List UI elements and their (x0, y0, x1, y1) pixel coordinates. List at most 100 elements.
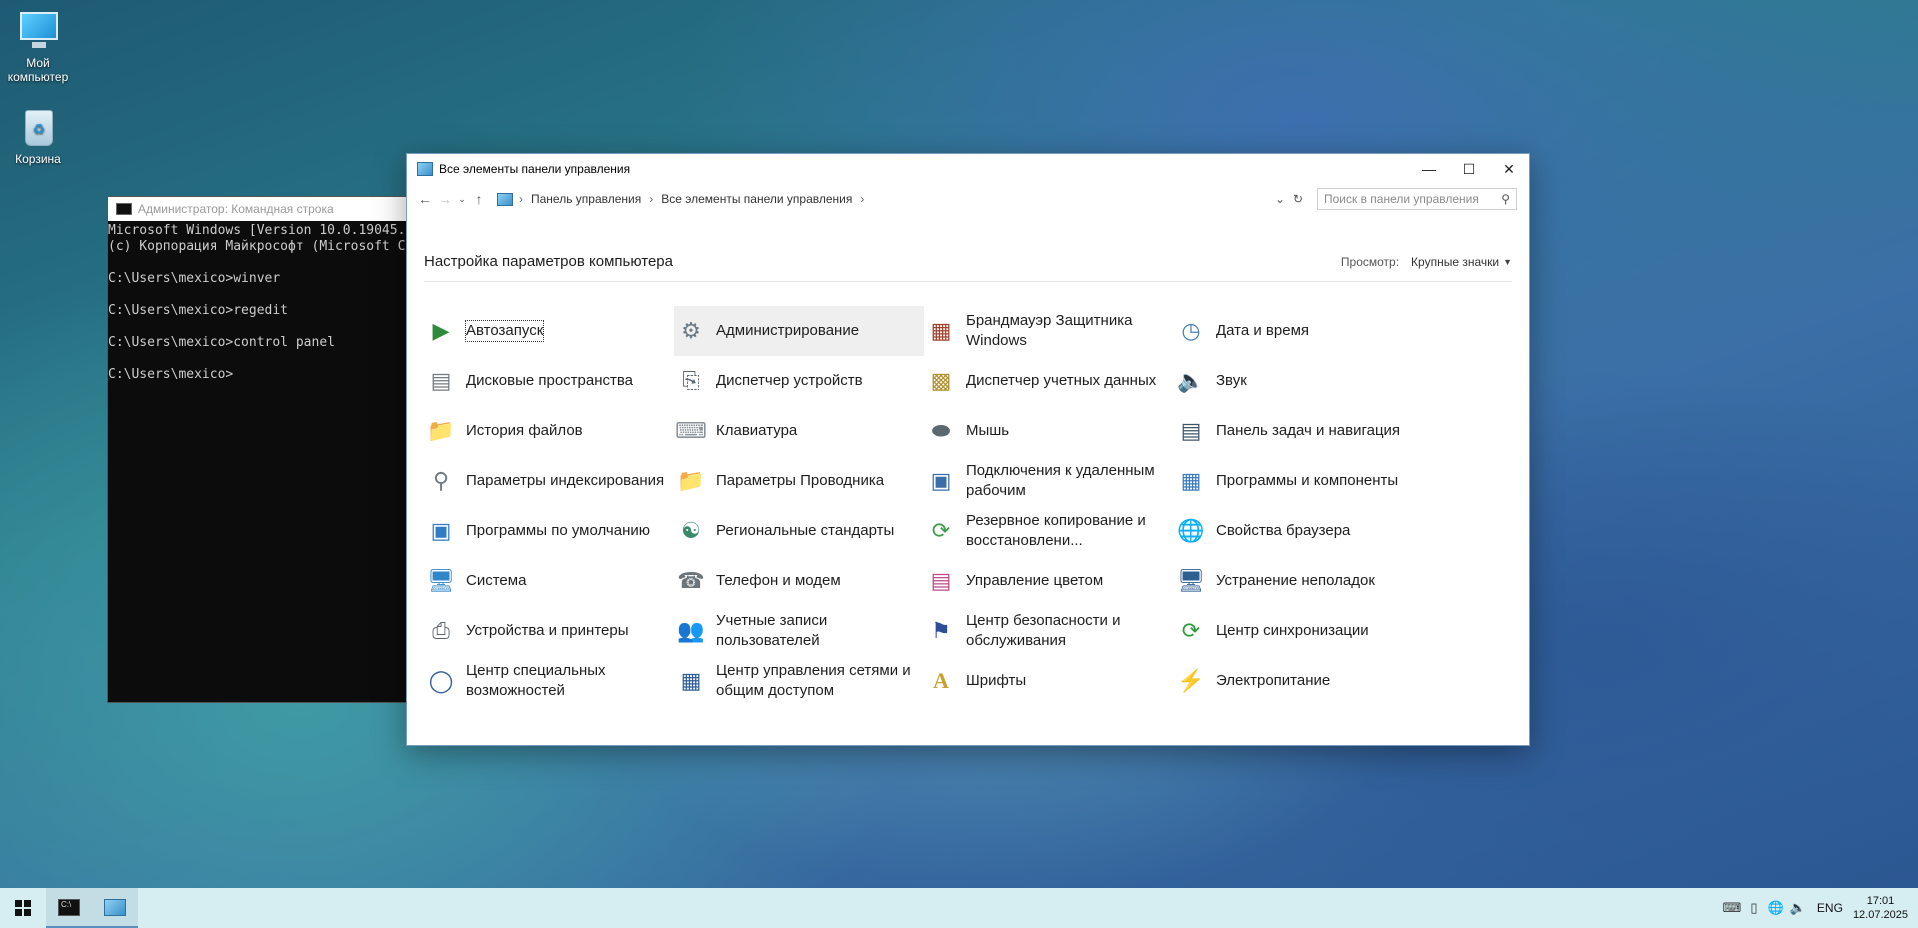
desktop-icon-label: Корзина (15, 152, 61, 166)
cp-item-fonts[interactable]: A Шрифты (924, 656, 1174, 706)
taskbar-cmd[interactable]: C:\ (46, 888, 92, 928)
search-input[interactable]: Поиск в панели управления ⚲ (1317, 188, 1517, 210)
forward-button[interactable]: → (435, 191, 455, 207)
clock[interactable]: 17:01 12.07.2025 (1853, 894, 1908, 922)
recycle-bin-icon: ♻ (16, 104, 60, 148)
cp-item-keyboard[interactable]: ⌨ Клавиатура (674, 406, 924, 456)
start-button[interactable] (0, 888, 46, 928)
cp-item-storage-spaces[interactable]: ▤ Дисковые пространства (424, 356, 674, 406)
cmd-titlebar[interactable]: Администратор: Командная строка (108, 197, 416, 221)
keyboard-tray-icon[interactable]: ⌨ (1721, 900, 1743, 916)
cp-item-firewall[interactable]: ▦ Брандмауэр Защитника Windows (924, 306, 1174, 356)
clock-date: 12.07.2025 (1852, 909, 1908, 921)
cp-item-troubleshooting[interactable]: 🖥 Устранение неполадок (1174, 556, 1424, 606)
cp-item-default-programs[interactable]: ▣ Программы по умолчанию (424, 506, 674, 556)
breadcrumb-item[interactable]: Панель управления (531, 192, 641, 206)
view-dropdown[interactable]: Крупные значки (1411, 255, 1499, 269)
control-panel-icon (417, 162, 433, 176)
language-indicator[interactable]: ENG (1817, 901, 1843, 915)
administrative-tools-icon: ⚙ (681, 318, 701, 343)
control-panel-icon (104, 898, 126, 916)
file-history-icon: 📁 (427, 418, 455, 443)
region-icon: ☯ (681, 518, 701, 543)
cp-item-mouse[interactable]: ⬬ Мышь (924, 406, 1174, 456)
usb-icon[interactable]: ▯ (1743, 900, 1765, 916)
cmd-icon: C:\ (58, 898, 80, 916)
cp-item-internet-options[interactable]: 🌐 Свойства браузера (1174, 506, 1424, 556)
cmd-output[interactable]: Microsoft Windows [Version 10.0.19045. (… (108, 221, 416, 383)
back-button[interactable]: ← (415, 191, 435, 207)
address-bar: ← → ⌄ ↑ › Панель управления › Все элемен… (407, 184, 1529, 214)
cp-titlebar[interactable]: Все элементы панели управления — ☐ ✕ (407, 154, 1529, 184)
firewall-icon: ▦ (930, 318, 952, 343)
cp-item-date-time[interactable]: ◷ Дата и время (1174, 306, 1424, 356)
cp-item-devices-printers[interactable]: ⎙ Устройства и принтеры (424, 606, 674, 656)
address-dropdown-icon[interactable]: ⌄ (1271, 192, 1289, 206)
cmd-title: Администратор: Командная строка (138, 202, 334, 216)
cp-item-credential-manager[interactable]: ▩ Диспетчер учетных данных (924, 356, 1174, 406)
breadcrumb-item[interactable]: Все элементы панели управления (661, 192, 852, 206)
cp-item-folder-options[interactable]: 📁 Параметры Проводника (674, 456, 924, 506)
desktop-icon-label: Мой компьютер (7, 56, 69, 84)
color-management-icon: ▤ (930, 568, 952, 593)
ease-of-access-icon: ◯ (428, 668, 454, 693)
cp-item-sync-center[interactable]: ⟳ Центр синхронизации (1174, 606, 1424, 656)
close-button[interactable]: ✕ (1489, 154, 1529, 184)
up-button[interactable]: ↑ (469, 191, 489, 207)
cmd-app-icon (116, 203, 132, 215)
computer-icon (16, 8, 60, 52)
recent-locations-dropdown[interactable]: ⌄ (455, 194, 469, 205)
volume-icon[interactable]: 🔈 (1787, 900, 1809, 916)
cp-item-autoplay[interactable]: ▶ Автозапуск (424, 306, 674, 356)
user-accounts-icon: 👥 (677, 618, 705, 643)
cp-item-user-accounts[interactable]: 👥 Учетные записи пользователей (674, 606, 924, 656)
cmd-window[interactable]: Администратор: Командная строка Microsof… (107, 196, 417, 703)
cp-item-ease-of-access[interactable]: ◯ Центр специальных возможностей (424, 656, 674, 706)
page-title: Настройка параметров компьютера (424, 253, 673, 270)
control-panel-items: ▶ Автозапуск ⚙ Администрирование ▦ Брандмау… (424, 306, 1424, 706)
cp-item-programs-features[interactable]: ▦ Программы и компоненты (1174, 456, 1424, 506)
maximize-button[interactable]: ☐ (1449, 154, 1489, 184)
internet-options-icon: 🌐 (1177, 518, 1205, 543)
cp-item-power-options[interactable]: ⚡ Электропитание (1174, 656, 1424, 706)
refresh-icon[interactable]: ↻ (1289, 192, 1307, 206)
folder-options-icon: 📁 (677, 468, 705, 493)
breadcrumb[interactable]: › Панель управления › Все элементы панел… (497, 192, 872, 206)
search-icon: ⚲ (1501, 192, 1510, 206)
keyboard-icon: ⌨ (675, 418, 707, 443)
minimize-button[interactable]: — (1409, 154, 1449, 184)
cp-item-taskbar[interactable]: ▤ Панель задач и навигация (1174, 406, 1424, 456)
devices-printers-icon: ⎙ (432, 618, 450, 643)
cp-item-system[interactable]: 🖥 Система (424, 556, 674, 606)
view-selector: Просмотр: Крупные значки ▼ (1341, 255, 1512, 269)
security-maintenance-icon: ⚑ (931, 618, 951, 643)
cp-item-sound[interactable]: 🔈 Звук (1174, 356, 1424, 406)
date-time-icon: ◷ (1181, 318, 1201, 343)
backup-icon: ⟳ (931, 518, 951, 543)
network-icon[interactable]: 🌐 (1765, 900, 1787, 916)
cp-item-region[interactable]: ☯ Региональные стандарты (674, 506, 924, 556)
desktop-icon-my-computer[interactable]: Мой компьютер (0, 8, 76, 84)
desktop-icon-recycle-bin[interactable]: ♻ Корзина (0, 104, 76, 166)
cp-item-device-manager[interactable]: ⎘ Диспетчер устройств (674, 356, 924, 406)
phone-modem-icon: ☎ (677, 568, 705, 593)
cp-item-backup[interactable]: ⟳ Резервное копирование и восстановлени..… (924, 506, 1174, 556)
taskbar-control-panel[interactable] (92, 888, 138, 928)
cp-item-administrative-tools[interactable]: ⚙ Администрирование (674, 306, 924, 356)
device-manager-icon: ⎘ (682, 368, 700, 393)
cp-item-indexing[interactable]: ⚲ Параметры индексирования (424, 456, 674, 506)
cp-item-file-history[interactable]: 📁 История файлов (424, 406, 674, 456)
credential-manager-icon: ▩ (930, 368, 952, 393)
cp-item-color-management[interactable]: ▤ Управление цветом (924, 556, 1174, 606)
cp-item-remote-desktop[interactable]: ▣ Подключения к удаленным рабочим (924, 456, 1174, 506)
cp-item-security-maintenance[interactable]: ⚑ Центр безопасности и обслуживания (924, 606, 1174, 656)
default-programs-icon: ▣ (430, 518, 452, 543)
autoplay-icon: ▶ (432, 318, 450, 343)
cp-item-phone-modem[interactable]: ☎ Телефон и модем (674, 556, 924, 606)
storage-spaces-icon: ▤ (430, 368, 452, 393)
chevron-down-icon[interactable]: ▼ (1503, 257, 1512, 267)
windows-logo-icon (15, 900, 31, 916)
control-panel-window[interactable]: Все элементы панели управления — ☐ ✕ ← →… (406, 153, 1530, 746)
network-sharing-icon: ▦ (680, 668, 702, 693)
cp-item-network-sharing[interactable]: ▦ Центр управления сетями и общим доступо… (674, 656, 924, 706)
